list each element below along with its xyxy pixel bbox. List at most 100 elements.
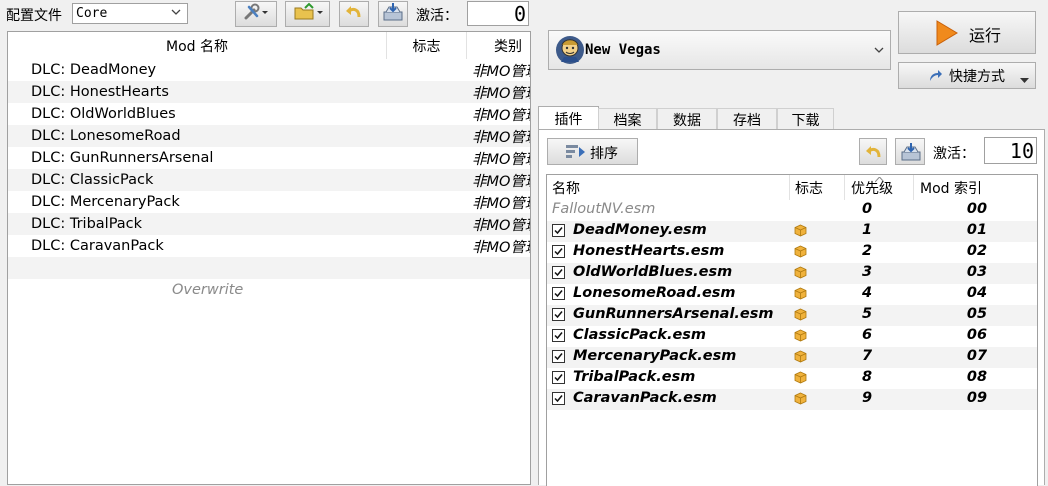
- plugin-row[interactable]: LonesomeRoad.esm 4 04: [547, 284, 1037, 305]
- vault-boy-icon: [555, 35, 585, 69]
- plugin-install-button[interactable]: [895, 138, 925, 165]
- plugin-name: LonesomeRoad.esm: [573, 285, 736, 301]
- active-plugins-label: 激活：: [933, 146, 975, 162]
- mod-row[interactable]: DLC: CaravanPack 非MO管理: [8, 235, 530, 257]
- column-header-plugin-name[interactable]: 名称: [547, 175, 790, 200]
- mod-row[interactable]: DLC: HonestHearts 非MO管理: [8, 81, 530, 103]
- master-file-icon: [794, 287, 807, 304]
- undo-arrow-icon: [864, 143, 884, 165]
- plugin-priority: 4: [861, 285, 873, 301]
- plugin-name: OldWorldBlues.esm: [573, 264, 733, 280]
- mod-row[interactable]: DLC: GunRunnersArsenal 非MO管理: [8, 147, 530, 169]
- master-file-icon: [794, 371, 807, 388]
- mod-name: DLC: OldWorldBlues: [31, 106, 176, 122]
- plugin-checkbox[interactable]: [552, 224, 565, 237]
- plugin-mod-index: 09: [966, 390, 988, 406]
- profile-select[interactable]: Core: [72, 3, 188, 24]
- mod-name: DLC: CaravanPack: [31, 238, 164, 254]
- plugin-checkbox[interactable]: [552, 308, 565, 321]
- overwrite-row[interactable]: Overwrite: [8, 280, 530, 302]
- plugin-row[interactable]: CaravanPack.esm 9 09: [547, 389, 1037, 410]
- mod-list[interactable]: Mod 名称 标志 类别 DLC: DeadMoney非MO管理DLC: Hon…: [7, 31, 531, 485]
- plugin-mod-index: 00: [966, 201, 988, 217]
- master-file-icon: [794, 392, 807, 409]
- mod-name: DLC: TribalPack: [31, 216, 143, 232]
- column-header-mod-name[interactable]: Mod 名称: [8, 32, 387, 59]
- plugin-row[interactable]: TribalPack.esm 8 08: [547, 368, 1037, 389]
- plugin-name: MercenaryPack.esm: [573, 348, 737, 364]
- plugin-priority: 7: [861, 348, 873, 364]
- plugin-list-header: 名称 标志 优先级 Mod 索引: [547, 175, 1037, 200]
- mod-category: 非MO管理: [472, 217, 530, 234]
- plugin-checkbox[interactable]: [552, 266, 565, 279]
- mod-row[interactable]: DLC: LonesomeRoad 非MO管理: [8, 125, 530, 147]
- plugin-list[interactable]: 名称 标志 优先级 Mod 索引 FalloutNV.esm 0 00 DeadMon…: [546, 174, 1038, 486]
- mod-name: DLC: DeadMoney: [31, 62, 157, 78]
- mod-row[interactable]: DLC: ClassicPack 非MO管理: [8, 169, 530, 191]
- mod-name: DLC: LonesomeRoad: [31, 128, 181, 144]
- plugin-checkbox[interactable]: [552, 392, 565, 405]
- shortcut-button[interactable]: 快捷方式: [898, 62, 1036, 89]
- plugin-checkbox[interactable]: [552, 245, 565, 258]
- plugin-row[interactable]: OldWorldBlues.esm 3 03: [547, 263, 1037, 284]
- column-header-mod-index[interactable]: Mod 索引: [914, 175, 1037, 200]
- plugin-mod-index: 08: [966, 369, 988, 385]
- plugin-mod-index: 03: [966, 264, 988, 280]
- mod-category: 非MO管理: [472, 195, 530, 212]
- tab-saves[interactable]: 存档: [717, 108, 777, 130]
- tab-downloads[interactable]: 下载: [777, 108, 834, 130]
- plugin-mod-index: 07: [966, 348, 988, 364]
- install-button[interactable]: [378, 1, 408, 27]
- plugin-checkbox[interactable]: [552, 371, 565, 384]
- active-mods-label: 激活：: [416, 8, 458, 24]
- tools-button[interactable]: [235, 1, 277, 27]
- undo-arrow-icon: [344, 3, 364, 25]
- mod-category: 非MO管理: [472, 63, 530, 80]
- plugin-mod-index: 01: [966, 222, 988, 238]
- master-file-icon: [794, 329, 807, 346]
- plugin-priority: 9: [861, 390, 873, 406]
- profile-label: 配置文件: [6, 8, 62, 24]
- tab-data[interactable]: 数据: [657, 108, 717, 130]
- plugin-row[interactable]: HonestHearts.esm 2 02: [547, 242, 1037, 263]
- plugin-row[interactable]: ClassicPack.esm 6 06: [547, 326, 1037, 347]
- column-header-priority[interactable]: 优先级: [845, 175, 914, 200]
- install-box-icon: [900, 142, 922, 166]
- column-header-flags[interactable]: 标志: [387, 32, 467, 59]
- plugin-name: HonestHearts.esm: [573, 243, 725, 259]
- undo-button[interactable]: [339, 1, 369, 27]
- plugin-mod-index: 04: [966, 285, 988, 301]
- mod-row[interactable]: DLC: TribalPack 非MO管理: [8, 213, 530, 235]
- plugin-checkbox[interactable]: [552, 287, 565, 300]
- column-header-category[interactable]: 类别: [467, 32, 530, 59]
- plugin-row[interactable]: FalloutNV.esm 0 00: [547, 200, 1037, 221]
- executable-select[interactable]: New Vegas: [548, 30, 891, 70]
- overwrite-label: Overwrite: [172, 282, 244, 298]
- plugin-checkbox[interactable]: [552, 329, 565, 342]
- plugin-checkbox[interactable]: [552, 350, 565, 363]
- sort-button[interactable]: 排序: [547, 138, 638, 165]
- run-button[interactable]: 运行: [898, 11, 1036, 54]
- mod-category: 非MO管理: [472, 85, 530, 102]
- plugin-row[interactable]: DeadMoney.esm 1 01: [547, 221, 1037, 242]
- plugin-name: ClassicPack.esm: [573, 327, 707, 343]
- tab-archives[interactable]: 档案: [598, 108, 657, 130]
- shortcut-label: 快捷方式: [949, 69, 1005, 85]
- tab-plugins[interactable]: 插件: [538, 106, 599, 130]
- column-header-plugin-flags[interactable]: 标志: [790, 175, 845, 200]
- master-file-icon: [794, 266, 807, 283]
- plugin-row[interactable]: GunRunnersArsenal.esm 5 05: [547, 305, 1037, 326]
- mod-row[interactable]: DLC: OldWorldBlues 非MO管理: [8, 103, 530, 125]
- play-icon: [935, 19, 959, 51]
- mod-row[interactable]: DLC: MercenaryPack 非MO管理: [8, 191, 530, 213]
- plugin-undo-button[interactable]: [859, 138, 887, 165]
- plugin-row[interactable]: MercenaryPack.esm 7 07: [547, 347, 1037, 368]
- plugins-tab-page: 排序 激活： 10 名称 标志 优先级 Mod 索引 FalloutNV.esm…: [538, 129, 1045, 486]
- mod-category: 非MO管理: [472, 173, 530, 190]
- mod-category: 非MO管理: [472, 129, 530, 146]
- plugin-priority: 8: [861, 369, 873, 385]
- plugin-name: TribalPack.esm: [573, 369, 696, 385]
- open-folder-button[interactable]: [285, 1, 330, 27]
- plugin-name: GunRunnersArsenal.esm: [573, 306, 774, 322]
- mod-row[interactable]: DLC: DeadMoney 非MO管理: [8, 59, 530, 81]
